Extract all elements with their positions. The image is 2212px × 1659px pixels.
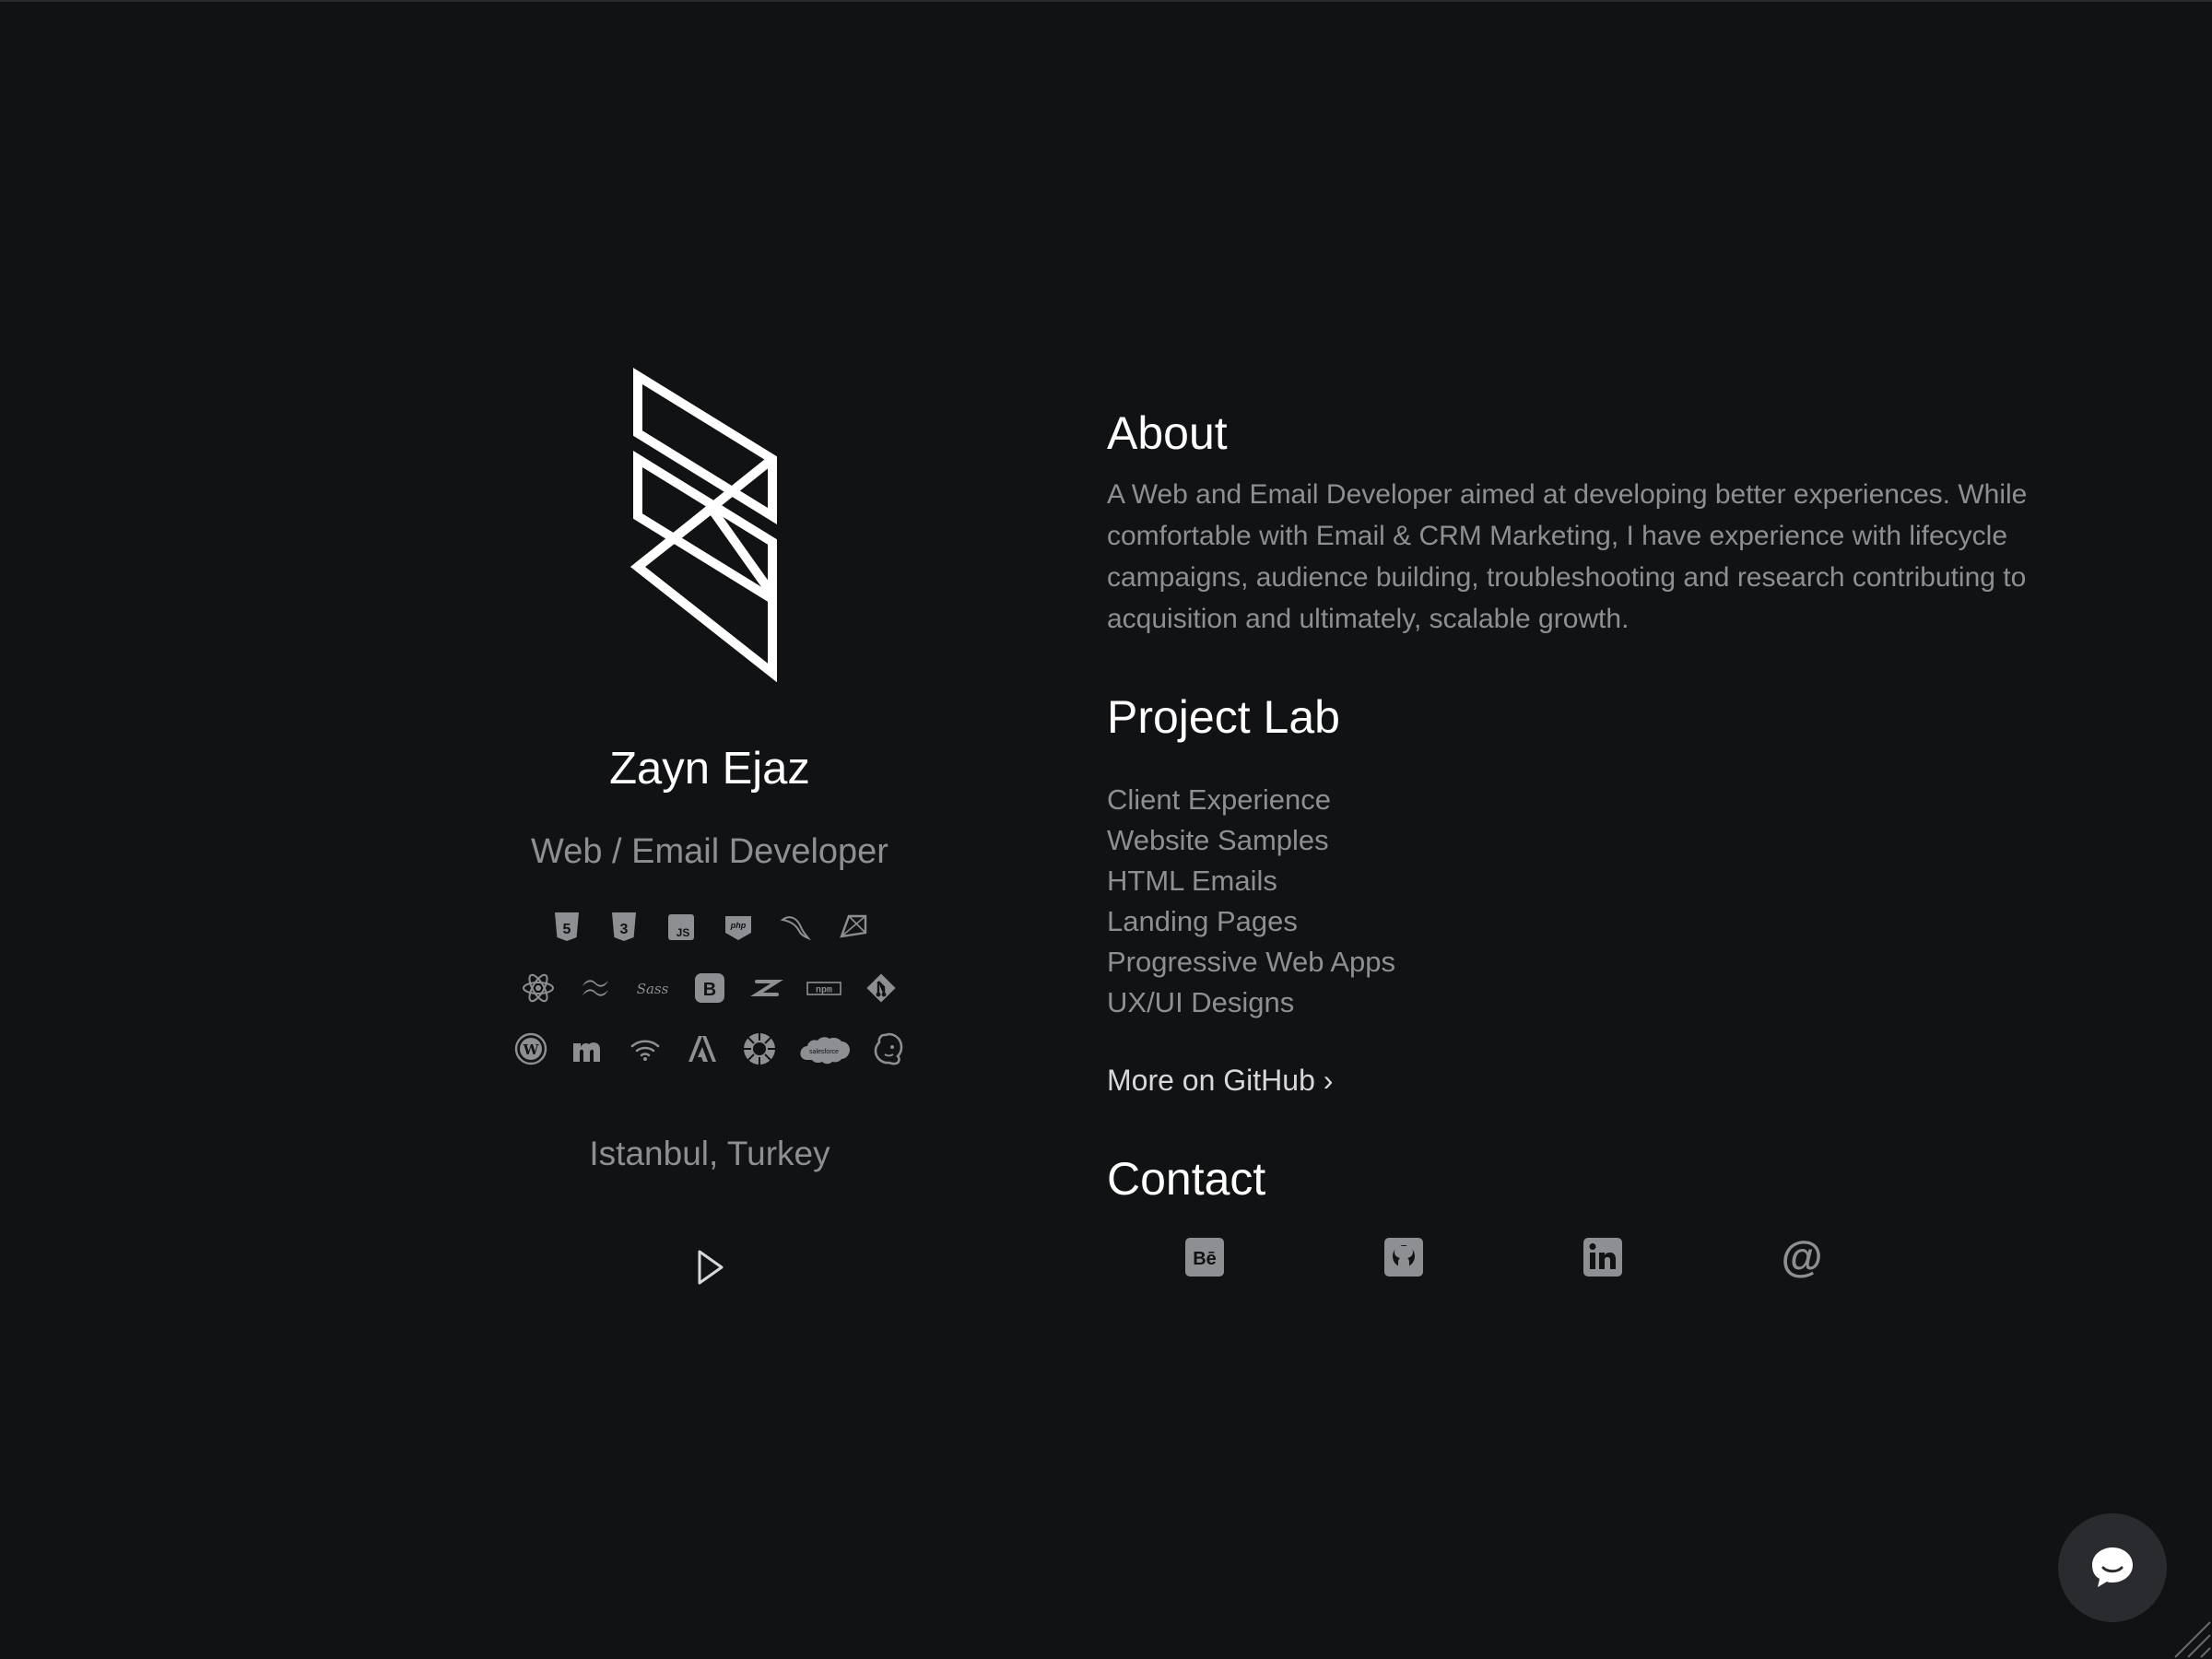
css3-icon: 3 xyxy=(606,909,642,946)
wifi-icon xyxy=(627,1030,664,1067)
project-link-client-experience[interactable]: Client Experience xyxy=(1107,780,2121,820)
brand-logo xyxy=(629,368,777,682)
project-link-progressive-web-apps[interactable]: Progressive Web Apps xyxy=(1107,942,2121,982)
project-lab-heading: Project Lab xyxy=(1107,691,1340,743)
at-sign-icon[interactable]: @ xyxy=(1781,1236,1823,1278)
svg-text:JS: JS xyxy=(677,926,690,939)
chat-bubble-icon xyxy=(2092,1547,2133,1587)
svg-text:3: 3 xyxy=(620,922,629,937)
zeplin-icon xyxy=(748,970,785,1006)
bootstrap-icon: B xyxy=(691,970,728,1006)
profile-role: Web / Email Developer xyxy=(531,832,888,871)
project-link-landing-pages[interactable]: Landing Pages xyxy=(1107,901,2121,942)
chat-widget-button[interactable] xyxy=(2058,1513,2167,1622)
adobe-icon xyxy=(684,1030,721,1067)
php-icon: php xyxy=(720,909,757,946)
play-button[interactable] xyxy=(687,1244,733,1290)
svg-text:Sass: Sass xyxy=(637,981,669,997)
profile-name: Zayn Ejaz xyxy=(609,744,810,794)
more-on-github-link[interactable]: More on GitHub › xyxy=(1107,1064,1333,1098)
tech-row-3: W salesforce xyxy=(433,1024,986,1074)
svg-text:@: @ xyxy=(1782,1236,1823,1278)
about-description: A Web and Email Developer aimed at devel… xyxy=(1107,479,2028,634)
html5-icon: 5 xyxy=(548,909,585,946)
profile-panel: Zayn Ejaz Web / Email Developer 5 3 JS p… xyxy=(433,359,986,1290)
contact-links: Bē @ xyxy=(1107,1236,2121,1278)
project-list: Client Experience Website Samples HTML E… xyxy=(1107,780,2121,1023)
svg-text:php: php xyxy=(730,921,747,930)
mailmunch-icon xyxy=(570,1030,606,1067)
sass-icon: Sass xyxy=(634,970,671,1006)
svg-text:npm: npm xyxy=(816,986,832,996)
tech-row-2: Sass B npm xyxy=(433,963,986,1013)
play-icon xyxy=(698,1250,724,1285)
javascript-icon: JS xyxy=(663,909,700,946)
github-icon[interactable] xyxy=(1382,1236,1425,1278)
project-link-html-emails[interactable]: HTML Emails xyxy=(1107,861,2121,901)
resize-grip-icon[interactable] xyxy=(2157,1604,2212,1659)
behance-icon[interactable]: Bē xyxy=(1183,1236,1226,1278)
git-icon xyxy=(863,970,900,1006)
mysql-icon xyxy=(777,909,814,946)
wordpress-icon: W xyxy=(512,1030,549,1067)
circle-gear-icon xyxy=(741,1030,778,1067)
tailwind-icon xyxy=(577,970,614,1006)
window-top-border xyxy=(0,0,2212,2)
tech-stack-icons: 5 3 JS php Sass B npm W salesforce xyxy=(433,902,986,1074)
mailchimp-icon xyxy=(870,1030,907,1067)
salesforce-icon: salesforce xyxy=(798,1030,850,1067)
npm-icon: npm xyxy=(806,970,842,1006)
tech-row-1: 5 3 JS php xyxy=(433,902,986,952)
project-link-ux-ui-designs[interactable]: UX/UI Designs xyxy=(1107,982,2121,1023)
about-heading: About xyxy=(1107,407,1228,459)
project-link-website-samples[interactable]: Website Samples xyxy=(1107,820,2121,861)
main-content: About A Web and Email Developer aimed at… xyxy=(1107,406,2121,1278)
linkedin-icon[interactable] xyxy=(1582,1236,1624,1278)
svg-text:B: B xyxy=(703,980,716,1000)
svg-text:5: 5 xyxy=(563,922,571,937)
ruby-icon xyxy=(834,909,871,946)
svg-text:salesforce: salesforce xyxy=(809,1049,839,1055)
svg-text:Bē: Bē xyxy=(1193,1249,1217,1269)
react-icon xyxy=(520,970,557,1006)
svg-text:W: W xyxy=(523,1041,540,1058)
profile-location: Istanbul, Turkey xyxy=(589,1135,830,1172)
contact-heading: Contact xyxy=(1107,1153,1266,1205)
